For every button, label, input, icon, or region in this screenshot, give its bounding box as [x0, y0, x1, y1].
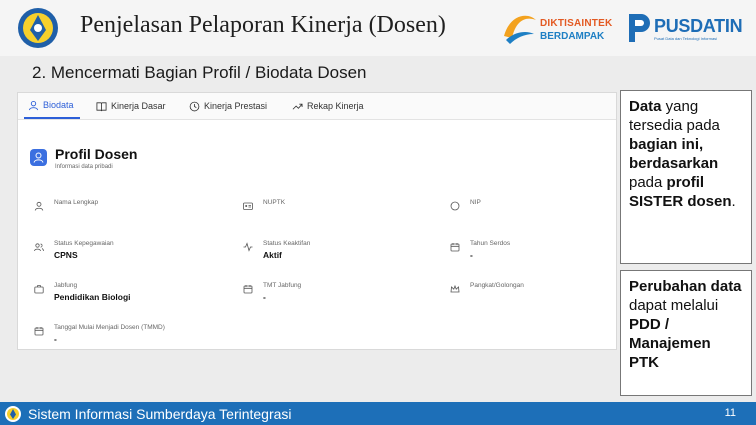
pusdatin-tagline: Pusat Data dan Teknologi Informasi	[654, 36, 718, 41]
tab-bar: Biodata Kinerja Dasar Kinerja Prestasi R…	[18, 93, 616, 120]
note-text: .	[731, 193, 736, 210]
calendar-icon	[34, 327, 44, 336]
pusdatin-text: PUSDATIN	[654, 16, 743, 36]
field-label: Status Keaktifan	[263, 240, 311, 247]
field-label: Pangkat/Golongan	[470, 282, 524, 289]
app-screenshot: Biodata Kinerja Dasar Kinerja Prestasi R…	[17, 92, 617, 350]
note-text: pada	[629, 174, 667, 191]
field-value: CPNS	[54, 250, 78, 260]
field-pangkat-golongan: Pangkat/Golongan	[450, 282, 630, 306]
clock-icon	[189, 101, 200, 111]
field-value: -	[470, 250, 473, 260]
field-label: Jabfung	[54, 282, 78, 289]
field-status-kepegawaian: Status Kepegawaian CPNS	[34, 240, 214, 264]
briefcase-icon	[34, 285, 44, 294]
users-icon	[34, 243, 44, 252]
field-value: Pendidikan Biologi	[54, 292, 131, 302]
user-icon	[34, 201, 44, 211]
slide-header: Penjelasan Pelaporan Kinerja (Dosen) DIK…	[0, 0, 756, 56]
circle-icon	[450, 201, 460, 211]
note-text: dapat melalui	[629, 297, 719, 314]
profile-subtitle: Informasi data pribadi	[55, 164, 113, 170]
diktisaintek-line2: BERDAMPAK	[540, 31, 605, 42]
swoosh-icon	[504, 15, 536, 44]
field-nip: NIP	[450, 199, 630, 223]
field-label: Status Kepegawaian	[54, 240, 114, 247]
field-label: Tahun Serdos	[470, 240, 511, 247]
note-bold: Perubahan data	[629, 278, 742, 295]
field-value: -	[54, 334, 57, 344]
pusdatin-logo: PUSDATIN Pusat Data dan Teknologi Inform…	[626, 8, 752, 48]
diktisaintek-line1: DIKTISAINTEK	[540, 18, 613, 29]
field-value: Aktif	[263, 250, 282, 260]
note-data-change: Perubahan data dapat melalui PDD / Manaj…	[620, 270, 752, 396]
tab-label: Rekap Kinerja	[307, 101, 364, 111]
field-tmt-jabfung: TMT Jabfung -	[243, 282, 423, 306]
field-label: Tanggal Mulai Menjadi Dosen (TMMD)	[54, 324, 165, 331]
profile-badge-icon	[30, 149, 47, 166]
tab-rekap-kinerja[interactable]: Rekap Kinerja	[292, 93, 364, 119]
field-label: NUPTK	[263, 199, 286, 206]
note-bold: dosen	[687, 193, 732, 210]
field-nuptk: NUPTK	[243, 199, 423, 223]
pusdatin-p-icon	[629, 14, 650, 42]
trend-icon	[292, 103, 303, 110]
slide-footer: Sistem Informasi Sumberdaya Terintegrasi…	[0, 402, 756, 425]
field-jabfung: Jabfung Pendidikan Biologi	[34, 282, 214, 306]
note-bold: PDD / Manajemen PTK	[629, 316, 711, 371]
activity-icon	[243, 242, 253, 252]
footer-text: Sistem Informasi Sumberdaya Terintegrasi	[28, 406, 292, 422]
diktisaintek-logo: DIKTISAINTEK BERDAMPAK	[500, 8, 622, 48]
field-label: Nama Lengkap	[54, 199, 99, 206]
tab-kinerja-prestasi[interactable]: Kinerja Prestasi	[189, 93, 267, 119]
calendar-icon	[243, 285, 253, 294]
kemdikbud-logo-icon	[5, 406, 21, 422]
tab-kinerja-dasar[interactable]: Kinerja Dasar	[96, 93, 166, 119]
slide-title: Penjelasan Pelaporan Kinerja (Dosen)	[80, 12, 446, 38]
note-bold: bagian ini, berdasarkan	[629, 136, 719, 172]
note-data-source: Data yang tersedia pada bagian ini, berd…	[620, 90, 752, 264]
tab-biodata[interactable]: Biodata	[24, 93, 80, 119]
field-status-keaktifan: Status Keaktifan Aktif	[243, 240, 423, 264]
tab-label: Kinerja Prestasi	[204, 101, 268, 111]
note-bold: Data	[629, 98, 662, 115]
id-card-icon	[243, 202, 253, 210]
profile-title: Profil Dosen	[55, 146, 138, 162]
field-label: TMT Jabfung	[263, 282, 302, 289]
slide-subtitle: 2. Mencermati Bagian Profil / Biodata Do…	[32, 63, 367, 82]
field-nama-lengkap: Nama Lengkap	[34, 199, 214, 223]
tab-label: Biodata	[43, 100, 74, 110]
field-tahun-serdos: Tahun Serdos -	[450, 240, 630, 264]
page-number: 11	[724, 407, 736, 419]
field-label: NIP	[470, 199, 481, 206]
kemdikbud-logo-icon	[18, 8, 58, 48]
field-value: -	[263, 292, 266, 302]
user-icon	[28, 100, 39, 110]
field-tmmd: Tanggal Mulai Menjadi Dosen (TMMD) -	[34, 324, 274, 348]
tab-label: Kinerja Dasar	[111, 101, 166, 111]
calendar-icon	[450, 243, 460, 252]
book-icon	[96, 101, 107, 111]
crown-icon	[450, 284, 460, 293]
